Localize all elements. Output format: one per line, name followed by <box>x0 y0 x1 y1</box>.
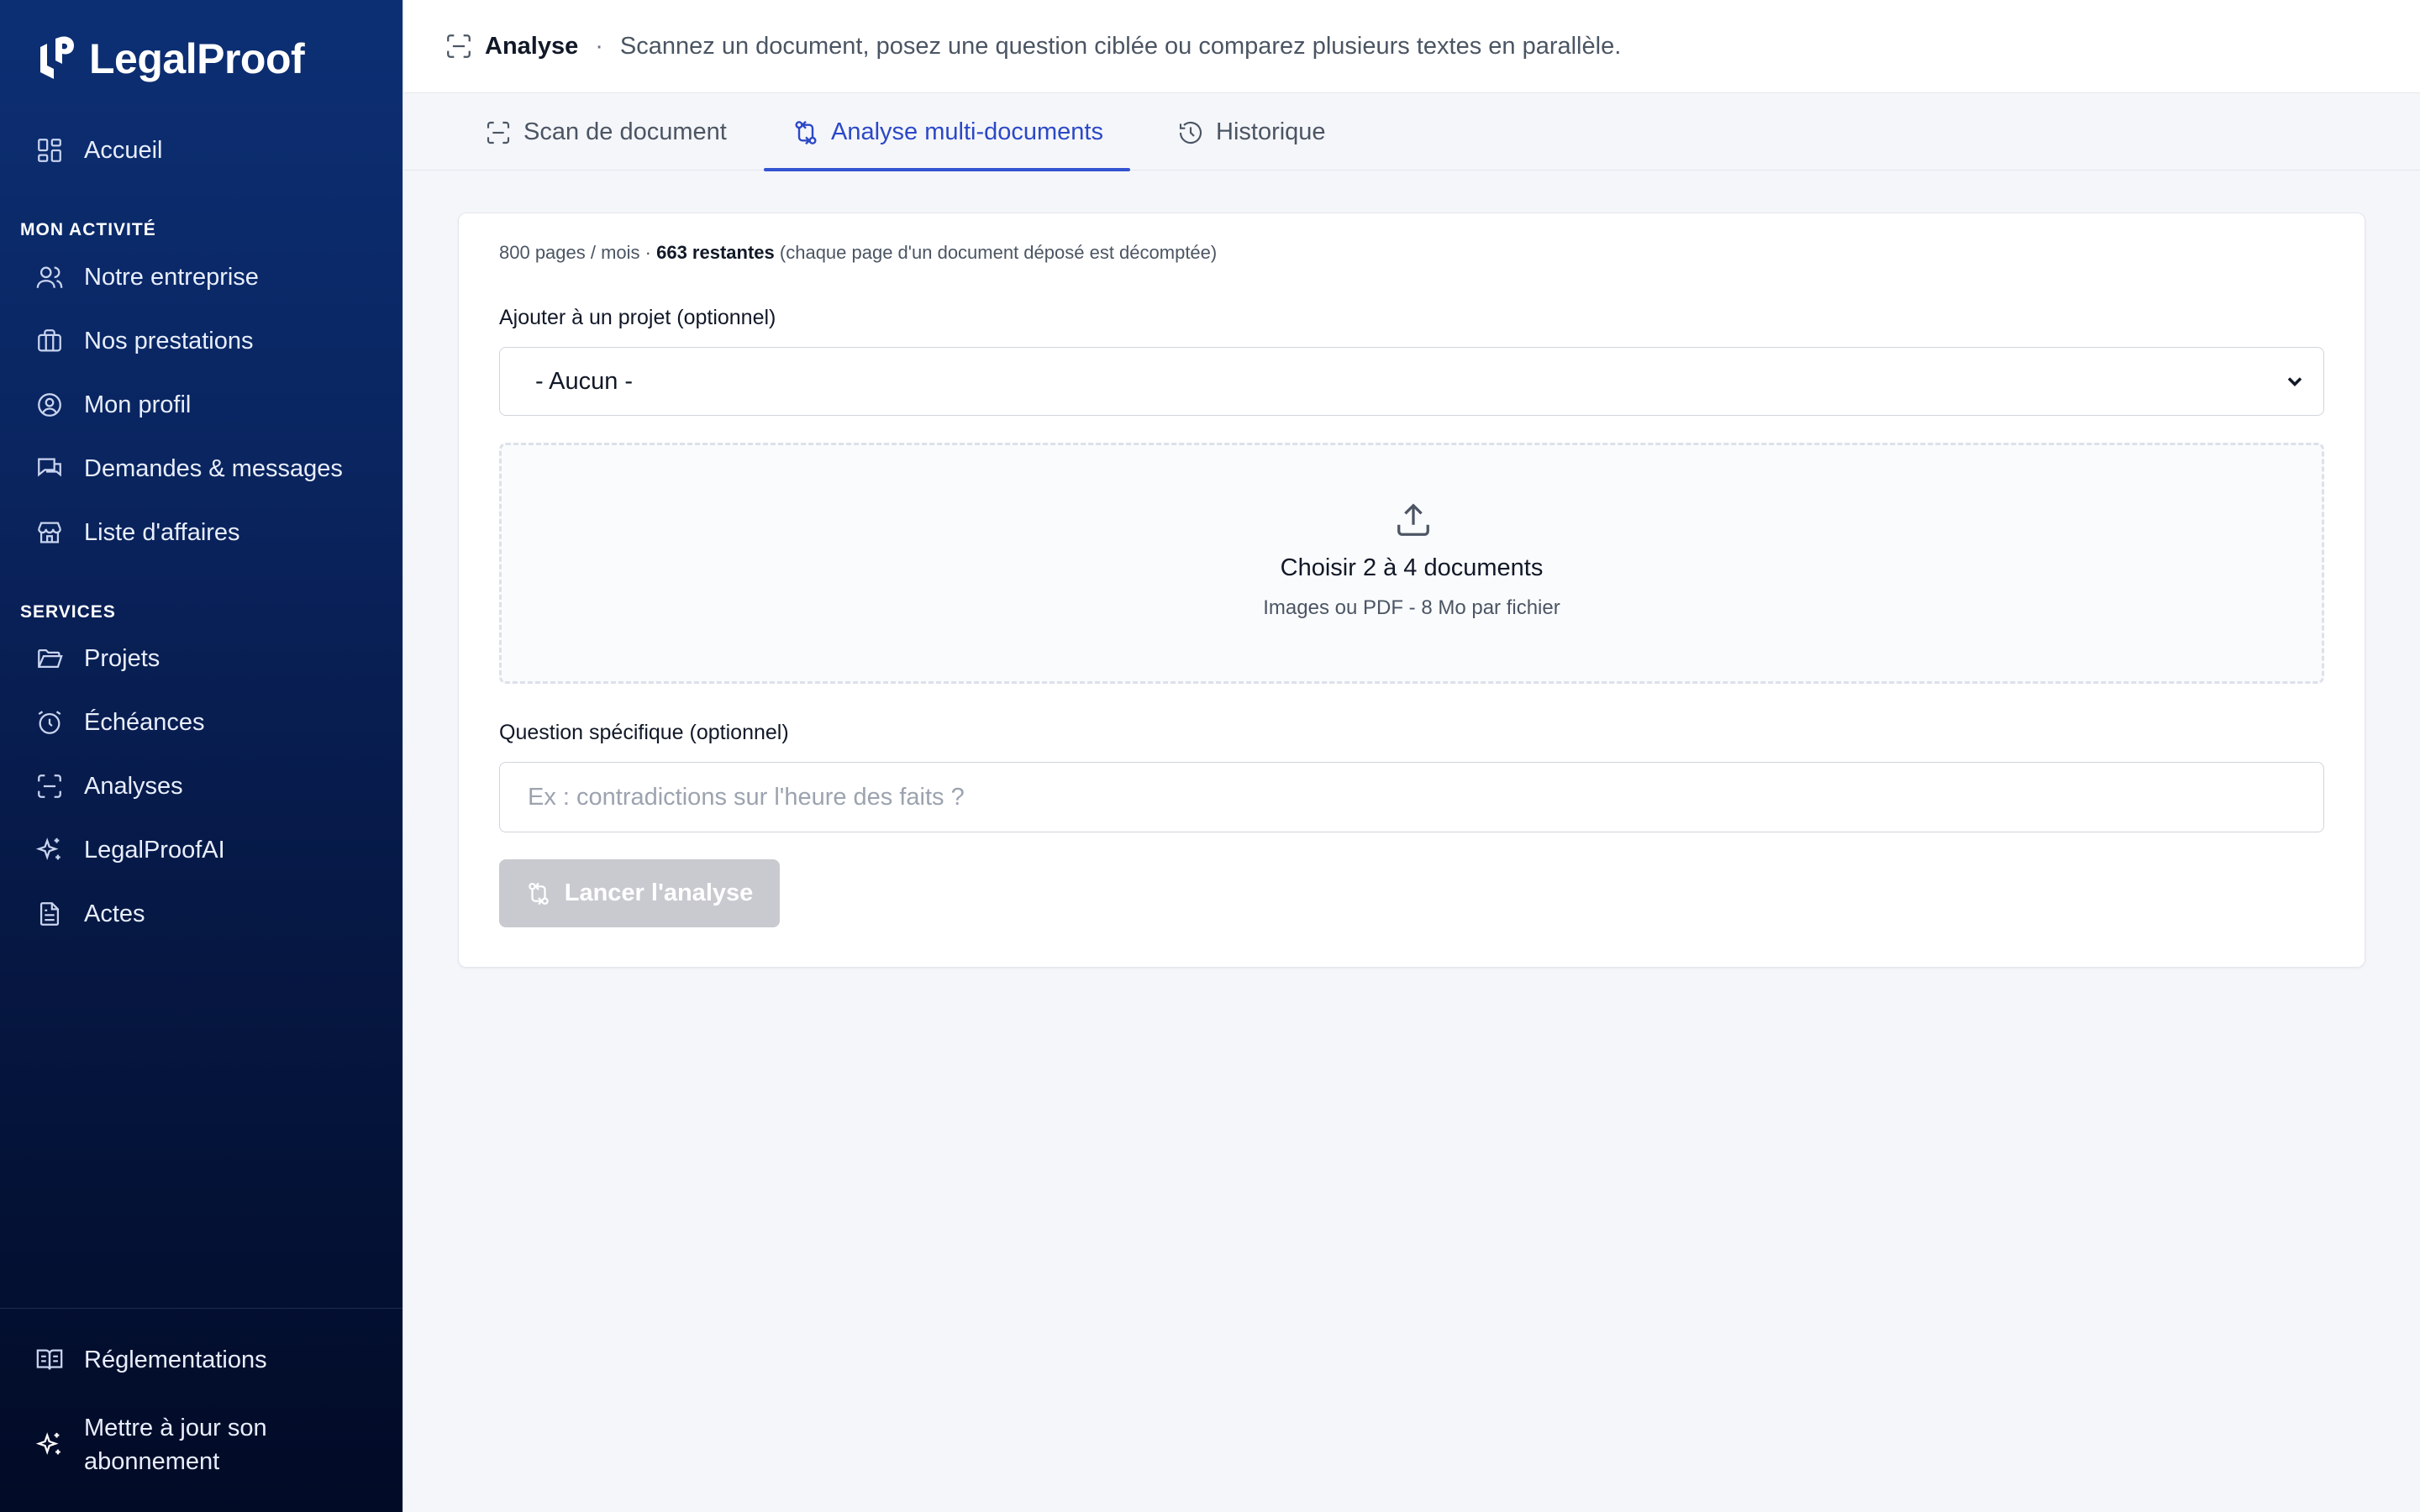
sidebar-item-label: Mon profil <box>84 391 192 418</box>
sidebar-item-profile[interactable]: Mon profil <box>35 380 191 430</box>
sidebar-divider <box>0 1308 403 1309</box>
sidebar-item-label: Accueil <box>84 136 163 164</box>
sidebar-item-acts[interactable]: Actes <box>35 889 145 939</box>
project-select[interactable]: - Aucun - <box>499 347 2324 416</box>
quota-remaining: 663 restantes <box>656 242 775 263</box>
history-icon <box>1179 121 1202 144</box>
sparkles-icon <box>35 1432 60 1455</box>
upgrade-line-1: Mettre à jour son <box>84 1415 267 1441</box>
launch-analysis-button[interactable]: Lancer l'analyse <box>499 859 780 927</box>
quota-prefix: 800 pages / mois · <box>499 242 651 263</box>
sidebar-item-label: LegalProofAI <box>84 836 225 864</box>
tab-history[interactable]: Historique <box>1177 94 1326 171</box>
section-label-activity: MON ACTIVITÉ <box>20 220 156 239</box>
users-icon <box>36 266 63 288</box>
project-select-value: - Aucun - <box>535 367 634 395</box>
file-dropzone[interactable]: Choisir 2 à 4 documents Images ou PDF - … <box>499 443 2324 684</box>
section-label-services: SERVICES <box>20 602 116 622</box>
brand-logo[interactable]: LegalProof <box>35 34 305 84</box>
sidebar-item-legalproofai[interactable]: LegalProofAI <box>35 825 225 875</box>
book-open-icon <box>36 1349 63 1370</box>
page-quota: 800 pages / mois · 663 restantes (chaque… <box>499 242 1217 264</box>
question-label: Question spécifique (optionnel) <box>499 721 789 744</box>
store-icon <box>38 522 61 543</box>
sidebar-item-messages[interactable]: Demandes & messages <box>35 444 343 494</box>
sidebar-item-label: Demandes & messages <box>84 454 343 482</box>
git-compare-icon <box>795 120 817 144</box>
document-icon <box>39 902 60 926</box>
tab-label: Analyse multi-documents <box>831 118 1103 145</box>
messages-icon <box>38 458 61 477</box>
analysis-form-card: 800 pages / mois · 663 restantes (chaque… <box>458 213 2365 968</box>
tab-multi-document-analysis[interactable]: Analyse multi-documents <box>764 94 1130 171</box>
page-title: Analyse <box>485 32 579 60</box>
sidebar-item-projects[interactable]: Projets <box>35 633 160 684</box>
legalproof-logo-icon <box>40 36 74 79</box>
git-compare-icon <box>528 882 549 905</box>
dashboard-icon <box>38 139 61 162</box>
brand-name: LegalProof <box>89 35 305 82</box>
sidebar-item-analyses[interactable]: Analyses <box>35 761 183 811</box>
briefcase-icon <box>38 329 61 352</box>
tab-bar: Scan de document Analyse multi-documents… <box>404 94 2420 171</box>
sidebar-item-company[interactable]: Notre entreprise <box>35 252 259 302</box>
tab-document-scan[interactable]: Scan de document <box>485 94 727 171</box>
scan-icon <box>38 774 61 798</box>
tab-label: Historique <box>1216 118 1326 145</box>
upload-icon <box>1397 503 1429 536</box>
scan-icon <box>447 34 471 58</box>
sidebar-item-home[interactable]: Accueil <box>35 125 163 176</box>
sidebar-item-deadlines[interactable]: Échéances <box>35 697 205 748</box>
sidebar-item-label: Analyses <box>84 772 183 800</box>
dropzone-subtitle: Images ou PDF - 8 Mo par fichier <box>1263 596 1560 619</box>
chevron-down-icon <box>2287 377 2302 386</box>
alarm-clock-icon <box>38 711 61 734</box>
scan-icon <box>487 121 510 144</box>
project-label: Ajouter à un projet (optionnel) <box>499 306 776 329</box>
sidebar-item-label: Nos prestations <box>84 327 254 354</box>
sidebar-item-upgrade-subscription[interactable]: Mettre à jour son abonnement <box>35 1410 267 1480</box>
dropzone-title: Choisir 2 à 4 documents <box>1280 554 1544 581</box>
sidebar-item-services[interactable]: Nos prestations <box>35 316 254 366</box>
tab-label: Scan de document <box>523 118 727 145</box>
sidebar: LegalProof Accueil MON ACTIVITÉ Notre en… <box>0 0 403 1512</box>
sidebar-item-label: Réglementations <box>84 1346 267 1373</box>
folder-open-icon <box>38 648 63 669</box>
launch-analysis-label: Lancer l'analyse <box>564 879 754 906</box>
sidebar-item-regulations[interactable]: Réglementations <box>35 1335 267 1385</box>
sidebar-item-label: Actes <box>84 900 145 927</box>
question-input[interactable] <box>499 762 2324 832</box>
sidebar-item-label: Échéances <box>84 708 205 736</box>
page-subtitle: Scannez un document, posez une question … <box>619 32 1622 60</box>
title-separator: · <box>595 32 603 60</box>
page-header: Analyse · Scannez un document, posez une… <box>404 0 2420 93</box>
upgrade-line-2: abonnement <box>84 1448 220 1475</box>
sidebar-item-label: Liste d'affaires <box>84 518 240 546</box>
sidebar-item-label: Projets <box>84 644 160 672</box>
user-circle-icon <box>38 393 61 417</box>
sidebar-item-label: Mettre à jour son abonnement <box>84 1411 267 1478</box>
sparkles-icon <box>35 837 60 860</box>
quota-suffix: (chaque page d'un document déposé est dé… <box>779 242 1218 263</box>
sidebar-item-label: Notre entreprise <box>84 263 259 291</box>
sidebar-item-business-list[interactable]: Liste d'affaires <box>35 507 240 558</box>
